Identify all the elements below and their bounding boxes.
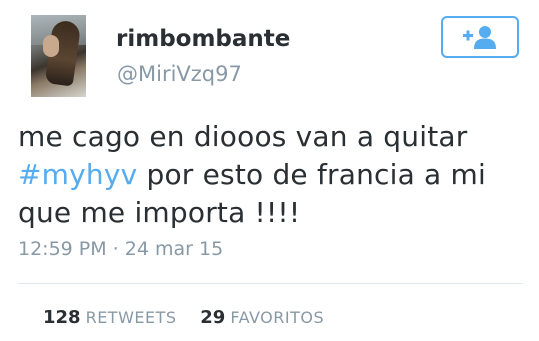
retweets-stat[interactable]: 128 RETWEETS	[43, 307, 177, 328]
tweet-text-line-1: me cago en diooos van a quitar	[18, 120, 468, 153]
tweet-text-line-2-rest: por esto de francia a mi	[137, 158, 486, 191]
tweet-text: me cago en diooos van a quitar #myhyv po…	[18, 118, 523, 232]
tweet-timestamp[interactable]: 12:59 PM · 24 mar 15	[18, 238, 223, 260]
retweets-count: 128	[43, 307, 81, 328]
add-user-icon	[463, 26, 496, 49]
divider	[18, 283, 523, 284]
tweet-text-line-2: #myhyv por esto de francia a mi	[18, 156, 523, 194]
favorites-label: FAVORITOS	[230, 308, 325, 327]
tweet-card: rimbombante @MiriVzq97 me cago en diooos…	[0, 0, 539, 341]
favorites-count: 29	[200, 307, 226, 328]
display-name[interactable]: rimbombante	[116, 26, 290, 52]
favorites-stat[interactable]: 29 FAVORITOS	[200, 307, 324, 328]
follow-button[interactable]	[441, 16, 519, 58]
hashtag-link[interactable]: #myhyv	[18, 158, 137, 191]
avatar-face	[43, 35, 59, 57]
user-handle[interactable]: @MiriVzq97	[117, 62, 242, 86]
tweet-text-line-3: que me importa !!!!	[18, 196, 301, 229]
avatar[interactable]	[31, 15, 86, 97]
retweets-label: RETWEETS	[85, 308, 177, 327]
tweet-stats: 128 RETWEETS 29 FAVORITOS	[43, 307, 324, 328]
